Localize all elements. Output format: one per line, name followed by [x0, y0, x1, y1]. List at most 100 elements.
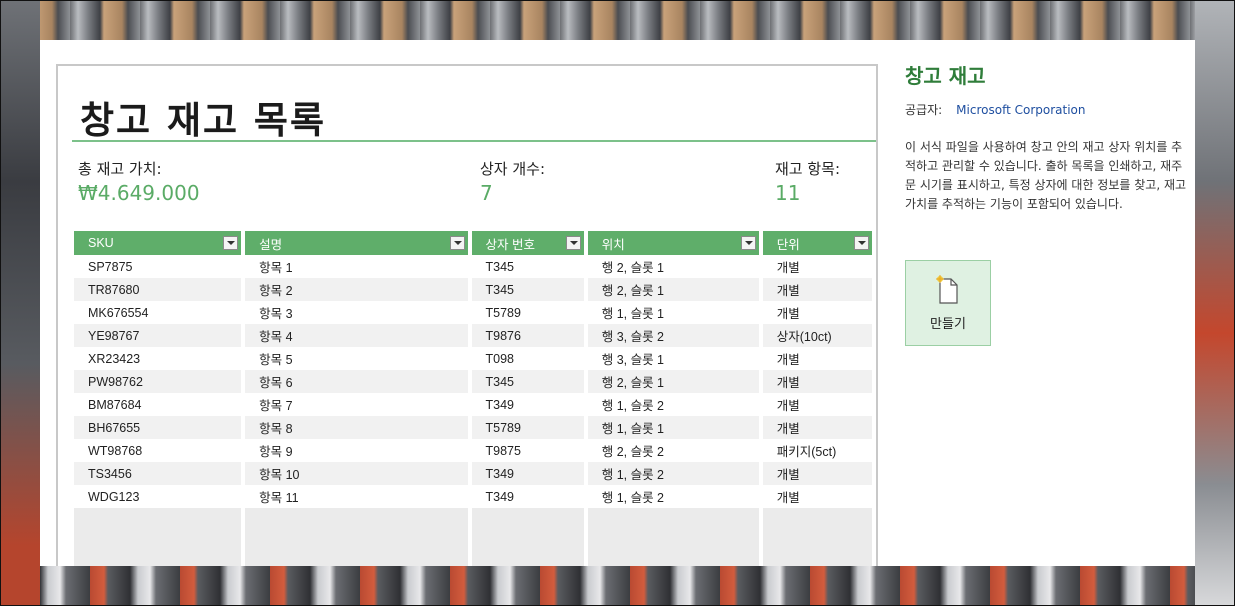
- empty-cell[interactable]: [74, 531, 242, 554]
- table-row: BM87684 항목 7 T349 행 1, 슬롯 2 개별: [74, 393, 872, 416]
- cell-description[interactable]: 항목 7: [245, 393, 468, 416]
- cell-description[interactable]: 항목 11: [245, 485, 468, 508]
- filter-dropdown-icon[interactable]: [740, 236, 756, 250]
- cell-box-number[interactable]: T9875: [471, 439, 584, 462]
- column-header-description[interactable]: 설명: [245, 231, 468, 255]
- filter-dropdown-icon[interactable]: [565, 236, 581, 250]
- cell-sku[interactable]: XR23423: [74, 347, 242, 370]
- table-row: XR23423 항목 5 T098 행 3, 슬롯 1 개별: [74, 347, 872, 370]
- cell-description[interactable]: 항목 8: [245, 416, 468, 439]
- cell-description[interactable]: 항목 10: [245, 462, 468, 485]
- cell-location[interactable]: 행 3, 슬롯 1: [587, 347, 759, 370]
- cell-description[interactable]: 항목 6: [245, 370, 468, 393]
- cell-description[interactable]: 항목 2: [245, 278, 468, 301]
- cell-unit[interactable]: 개별: [762, 301, 872, 324]
- cell-box-number[interactable]: T349: [471, 485, 584, 508]
- cell-location[interactable]: 행 1, 슬롯 2: [587, 393, 759, 416]
- cell-box-number[interactable]: T345: [471, 255, 584, 278]
- empty-cell[interactable]: [471, 508, 584, 531]
- cell-box-number[interactable]: T9876: [471, 324, 584, 347]
- cell-description[interactable]: 항목 9: [245, 439, 468, 462]
- cell-sku[interactable]: YE98767: [74, 324, 242, 347]
- empty-table-row: [74, 531, 872, 554]
- empty-cell[interactable]: [762, 554, 872, 566]
- cell-sku[interactable]: TS3456: [74, 462, 242, 485]
- filter-dropdown-icon[interactable]: [854, 236, 869, 250]
- template-description: 이 서식 파일을 사용하여 창고 안의 재고 상자 위치를 추적하고 관리할 수…: [905, 140, 1187, 211]
- cell-location[interactable]: 행 3, 슬롯 2: [587, 324, 759, 347]
- column-header-unit[interactable]: 단위: [762, 231, 872, 255]
- cell-unit[interactable]: 패키지(5ct): [762, 439, 872, 462]
- background-top: [0, 0, 1235, 40]
- cell-description[interactable]: 항목 3: [245, 301, 468, 324]
- cell-unit[interactable]: 개별: [762, 485, 872, 508]
- cell-sku[interactable]: WT98768: [74, 439, 242, 462]
- cell-location[interactable]: 행 2, 슬롯 1: [587, 370, 759, 393]
- empty-cell[interactable]: [245, 531, 468, 554]
- cell-location[interactable]: 행 1, 슬롯 2: [587, 485, 759, 508]
- new-document-icon: [936, 274, 960, 305]
- cell-sku[interactable]: SP7875: [74, 255, 242, 278]
- cell-unit[interactable]: 개별: [762, 255, 872, 278]
- empty-cell[interactable]: [762, 531, 872, 554]
- empty-cell[interactable]: [762, 508, 872, 531]
- cell-unit[interactable]: 개별: [762, 278, 872, 301]
- background-bottom: [0, 566, 1235, 606]
- column-header-sku[interactable]: SKU: [74, 231, 242, 255]
- cell-sku[interactable]: WDG123: [74, 485, 242, 508]
- cell-description[interactable]: 항목 5: [245, 347, 468, 370]
- cell-box-number[interactable]: T098: [471, 347, 584, 370]
- cell-sku[interactable]: MK676554: [74, 301, 242, 324]
- create-button[interactable]: 만들기: [905, 260, 991, 346]
- cell-box-number[interactable]: T345: [471, 278, 584, 301]
- template-title: 창고 재고: [905, 64, 986, 88]
- cell-unit[interactable]: 상자(10ct): [762, 324, 872, 347]
- cell-box-number[interactable]: T5789: [471, 301, 584, 324]
- cell-location[interactable]: 행 1, 슬롯 1: [587, 416, 759, 439]
- table-row: WDG123 항목 11 T349 행 1, 슬롯 2 개별: [74, 485, 872, 508]
- cell-box-number[interactable]: T349: [471, 393, 584, 416]
- cell-unit[interactable]: 개별: [762, 462, 872, 485]
- template-info-pane: 창고 재고 공급자: Microsoft Corporation 이 서식 파일을…: [905, 60, 1190, 346]
- cell-sku[interactable]: BH67655: [74, 416, 242, 439]
- column-header-location[interactable]: 위치: [587, 231, 759, 255]
- stat-total-value: 총 재고 가치: ₩4.649.000: [78, 158, 200, 205]
- cell-sku[interactable]: TR87680: [74, 278, 242, 301]
- empty-table-row: [74, 508, 872, 531]
- filter-dropdown-icon[interactable]: [449, 236, 465, 250]
- empty-cell[interactable]: [587, 508, 759, 531]
- cell-box-number[interactable]: T5789: [471, 416, 584, 439]
- inventory-table: SKU 설명 상자 번호 위치 단위 SP7875 항목 1 T345 행 2, 슬롯…: [70, 231, 876, 566]
- empty-cell[interactable]: [471, 554, 584, 566]
- cell-location[interactable]: 행 2, 슬롯 1: [587, 278, 759, 301]
- empty-cell[interactable]: [587, 554, 759, 566]
- cell-box-number[interactable]: T349: [471, 462, 584, 485]
- cell-unit[interactable]: 개별: [762, 416, 872, 439]
- filter-dropdown-icon[interactable]: [223, 236, 239, 250]
- cell-sku[interactable]: PW98762: [74, 370, 242, 393]
- empty-cell[interactable]: [245, 554, 468, 566]
- vendor-link[interactable]: Microsoft Corporation: [956, 103, 1085, 117]
- cell-location[interactable]: 행 1, 슬롯 2: [587, 462, 759, 485]
- stat-box-count: 상자 개수: 7: [480, 158, 545, 205]
- table-row: WT98768 항목 9 T9875 행 2, 슬롯 2 패키지(5ct): [74, 439, 872, 462]
- stat-item-count: 재고 항목: 11: [775, 158, 840, 205]
- empty-cell[interactable]: [471, 531, 584, 554]
- empty-cell[interactable]: [74, 554, 242, 566]
- column-header-box-number[interactable]: 상자 번호: [471, 231, 584, 255]
- empty-cell[interactable]: [587, 531, 759, 554]
- cell-unit[interactable]: 개별: [762, 347, 872, 370]
- empty-cell[interactable]: [74, 508, 242, 531]
- cell-box-number[interactable]: T345: [471, 370, 584, 393]
- stat-value: 7: [480, 181, 493, 205]
- empty-cell[interactable]: [245, 508, 468, 531]
- cell-location[interactable]: 행 1, 슬롯 1: [587, 301, 759, 324]
- cell-location[interactable]: 행 2, 슬롯 2: [587, 439, 759, 462]
- cell-description[interactable]: 항목 4: [245, 324, 468, 347]
- cell-location[interactable]: 행 2, 슬롯 1: [587, 255, 759, 278]
- background-right: [1195, 0, 1235, 606]
- cell-unit[interactable]: 개별: [762, 393, 872, 416]
- cell-description[interactable]: 항목 1: [245, 255, 468, 278]
- cell-sku[interactable]: BM87684: [74, 393, 242, 416]
- cell-unit[interactable]: 개별: [762, 370, 872, 393]
